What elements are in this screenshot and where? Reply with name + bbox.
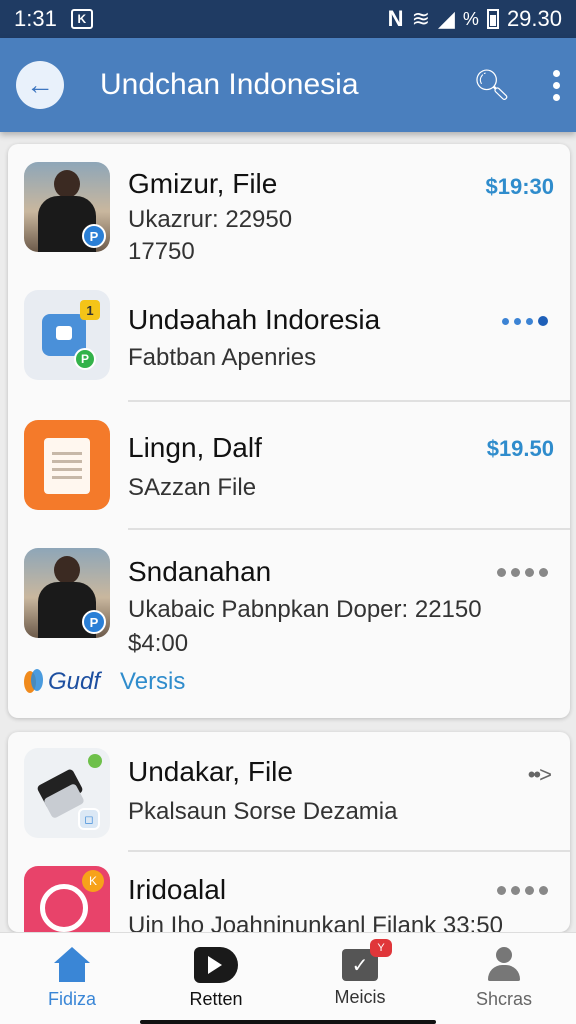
- app-icon: K: [24, 866, 110, 932]
- list-card: P Gmizur, File Ukazrur: 22950 17750 $19:…: [8, 144, 570, 718]
- list-item[interactable]: 1 P Undəahah Indoresia Fabtban Apenries: [8, 290, 570, 400]
- gesture-handle: [140, 1020, 436, 1024]
- item-title: Undakar, File: [128, 756, 293, 787]
- item-title: Iridoalal: [128, 874, 227, 905]
- divider: [128, 528, 570, 530]
- nav-item-return[interactable]: Retten: [144, 933, 288, 1024]
- more-dots-icon[interactable]: [497, 886, 548, 895]
- status-clock: 29.30: [506, 6, 562, 31]
- search-icon[interactable]: 🔍︎: [473, 68, 511, 103]
- item-title: Gmizur, File: [128, 168, 278, 199]
- k-badge-icon: K: [82, 870, 104, 892]
- more-dots-icon[interactable]: [502, 316, 548, 326]
- arrow-left-icon: ←: [26, 69, 54, 100]
- versis-link[interactable]: Versis: [120, 668, 185, 696]
- item-subtitle: SAzzan File: [128, 474, 257, 501]
- item-subtitle: Pkalsaun Sorse Dezamia: [128, 798, 398, 825]
- home-icon: [52, 947, 92, 983]
- item-subtitle: Uin Iho Joahninunkanl Filank 33:50: [128, 912, 503, 932]
- online-dot-icon: [88, 754, 102, 768]
- nav-item-profile[interactable]: Shcras: [432, 933, 576, 1024]
- bottom-nav: Fidiza Retten ✓ Y Meicis Shcras: [0, 932, 576, 1024]
- app-bar: ← Undchan Indonesia 🔍︎: [0, 38, 576, 132]
- card-footer: Gudf Versis: [24, 668, 185, 696]
- status-right: N ≋ ◢ % 29.30: [388, 6, 562, 32]
- gudf-mark-icon: [24, 669, 44, 695]
- signal-icon: ◢: [438, 6, 455, 31]
- nav-item-home[interactable]: Fidiza: [0, 933, 144, 1024]
- nav-label: Meicis: [334, 987, 386, 1007]
- item-subtitle: Fabtban Apenries: [128, 344, 317, 371]
- avatar: P: [24, 162, 110, 252]
- item-subtitle-2: 17750: [128, 238, 195, 265]
- item-title: Undəahah Indoresia: [128, 304, 381, 335]
- p-badge-icon: P: [82, 224, 106, 248]
- status-bar: 1:31 K N ≋ ◢ % 29.30: [0, 0, 576, 38]
- document-icon: [24, 420, 110, 510]
- app-bar-actions: 🔍︎: [473, 68, 560, 103]
- item-title: Lingn, Dalf: [128, 432, 262, 463]
- message-icon: ✓ Y: [342, 939, 392, 981]
- page-title: Undchan Indonesia: [100, 68, 359, 101]
- list-item[interactable]: P Sndanahan Ukabaic Pabnpkan Doper: 2215…: [8, 548, 570, 658]
- item-title: Sndanahan: [128, 556, 272, 587]
- item-subtitle: Ukabaic Pabnpkan Doper: 22150: [128, 596, 482, 623]
- app-icon: 1 P: [24, 290, 110, 380]
- item-price: $19.50: [486, 436, 554, 461]
- nav-label: Retten: [189, 989, 243, 1009]
- nav-label: Fidiza: [47, 989, 96, 1009]
- divider: [128, 850, 570, 852]
- list-item[interactable]: ◻ Undakar, File Pkalsaun Sorse Dezamia •…: [8, 748, 570, 848]
- p-badge-icon: P: [74, 348, 96, 370]
- count-badge: 1: [80, 300, 100, 320]
- gudf-logo: Gudf: [24, 668, 100, 696]
- divider: [128, 400, 570, 402]
- brand-label: Gudf: [48, 668, 101, 695]
- return-icon: [194, 947, 238, 983]
- more-vertical-icon[interactable]: [553, 69, 560, 101]
- wifi-icon: ≋: [411, 6, 430, 31]
- list-item[interactable]: P Gmizur, File Ukazrur: 22950 17750 $19:…: [8, 162, 570, 282]
- status-time: 1:31: [14, 6, 57, 31]
- list-item[interactable]: K Iridoalal Uin Iho Joahninunkanl Filank…: [8, 866, 570, 932]
- list-card: ◻ Undakar, File Pkalsaun Sorse Dezamia •…: [8, 732, 570, 932]
- nav-label: Shcras: [475, 989, 533, 1009]
- battery-icon: [486, 9, 499, 29]
- nav-item-messages[interactable]: ✓ Y Meicis: [288, 933, 432, 1024]
- item-subtitle-2: $4:00: [128, 630, 189, 657]
- item-price: $19:30: [485, 174, 554, 199]
- message-badge: Y: [370, 939, 392, 957]
- network-icon: N: [387, 6, 404, 31]
- p-badge-icon: P: [82, 610, 106, 634]
- list-item[interactable]: Lingn, Dalf SAzzan File $19.50: [8, 420, 570, 520]
- battery-percent: %: [462, 8, 479, 29]
- avatar: P: [24, 548, 110, 638]
- back-button[interactable]: ←: [16, 61, 64, 109]
- more-dots-icon[interactable]: [497, 568, 548, 577]
- card-reader-icon: ◻: [24, 748, 110, 838]
- item-subtitle: Ukazrur: 22950: [128, 206, 293, 233]
- user-icon: [486, 947, 522, 983]
- square-badge-icon: ◻: [78, 808, 100, 830]
- notification-icon: K: [70, 9, 93, 29]
- chevron-right-icon[interactable]: ••>: [528, 762, 552, 788]
